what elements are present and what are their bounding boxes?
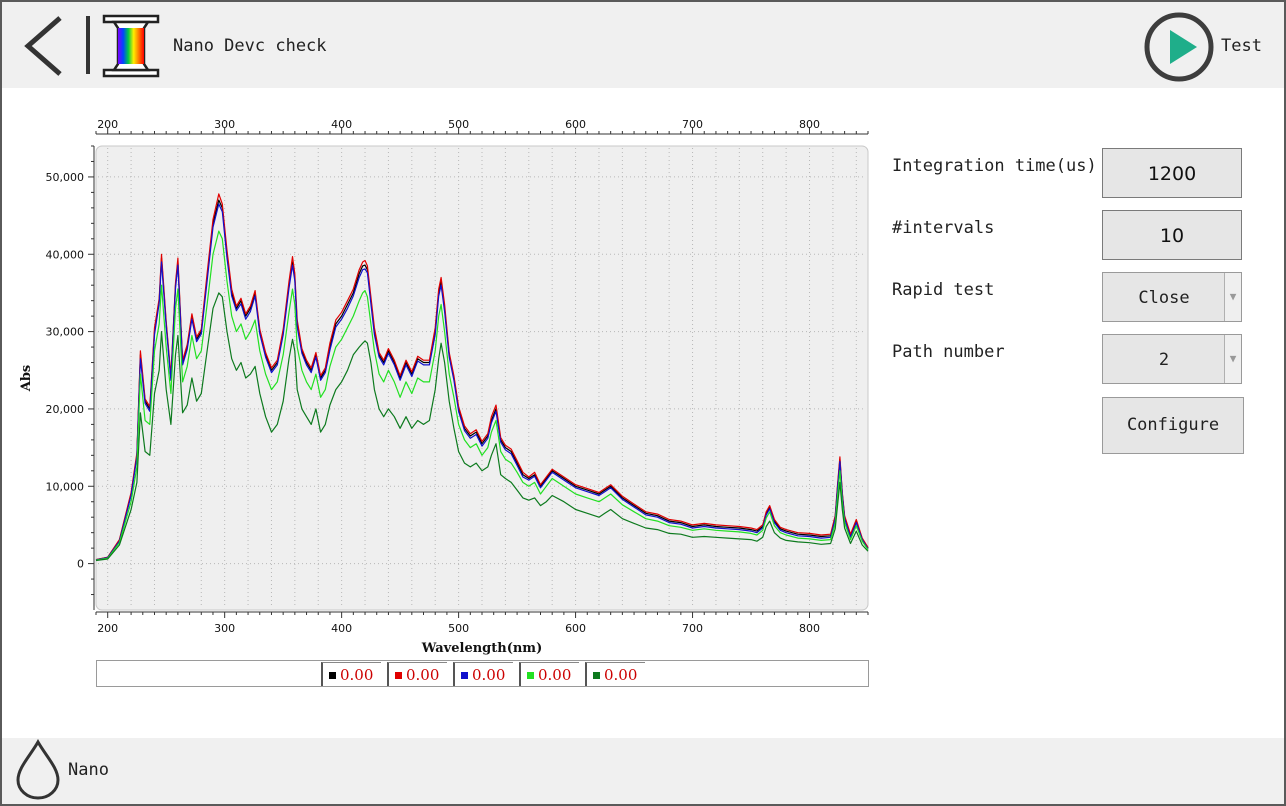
y-tick-label: 0	[77, 558, 84, 571]
y-tick-label: 30,000	[46, 326, 85, 339]
x-tick-label-top: 400	[331, 118, 352, 131]
chart-ylabel: Abs	[19, 365, 34, 393]
footer-bar	[2, 738, 1284, 804]
legend-value: 0.00	[406, 666, 440, 684]
legend-swatch	[527, 672, 534, 679]
legend-item: 0.00	[321, 662, 381, 686]
rapid-test-label: Rapid test	[892, 280, 995, 300]
intervals-field[interactable]: 10	[1102, 210, 1242, 260]
x-tick-label-top: 500	[448, 118, 469, 131]
chevron-down-icon[interactable]: ▼	[1224, 335, 1241, 383]
x-tick-label-top: 600	[565, 118, 586, 131]
x-tick-label: 300	[214, 622, 235, 635]
x-tick-label-top: 800	[799, 118, 820, 131]
x-tick-label-top: 700	[682, 118, 703, 131]
drop-icon	[16, 738, 60, 800]
legend-swatch	[461, 672, 468, 679]
legend-swatch	[329, 672, 336, 679]
legend-value: 0.00	[472, 666, 506, 684]
legend-value: 0.00	[538, 666, 572, 684]
rapid-test-value: Close	[1138, 288, 1190, 308]
chart-xlabel: Wavelength(nm)	[421, 641, 542, 656]
play-icon[interactable]	[1142, 10, 1216, 84]
legend-item: 0.00	[519, 662, 579, 686]
y-tick-label: 40,000	[46, 248, 85, 261]
footer-label: Nano	[68, 760, 109, 780]
spectrum-chart: 200 200 300 300 400 400 500 500 600 600 700 700 800 8…	[19, 118, 869, 656]
configure-button[interactable]: Configure	[1102, 397, 1244, 454]
x-tick-label: 700	[682, 622, 703, 635]
legend-value: 0.00	[340, 666, 374, 684]
chevron-down-icon[interactable]: ▼	[1224, 273, 1241, 321]
integration-time-label: Integration time(us)	[892, 156, 1097, 176]
x-tick-label: 600	[565, 622, 586, 635]
y-tick-label: 50,000	[46, 171, 85, 184]
legend-swatch	[395, 672, 402, 679]
x-tick-label: 500	[448, 622, 469, 635]
x-tick-label-top: 200	[97, 118, 118, 131]
legend-item: 0.00	[453, 662, 513, 686]
intervals-label: #intervals	[892, 218, 995, 238]
test-label[interactable]: Test	[1221, 36, 1262, 56]
integration-time-field[interactable]: 1200	[1102, 148, 1242, 198]
path-number-label: Path number	[892, 342, 1005, 362]
x-tick-label: 200	[97, 622, 118, 635]
legend-item: 0.00	[585, 662, 645, 686]
legend-item: 0.00	[387, 662, 447, 686]
x-tick-label: 800	[799, 622, 820, 635]
y-tick-label: 10,000	[46, 480, 85, 493]
legend-value: 0.00	[604, 666, 638, 684]
path-number-select[interactable]: 2 ▼	[1102, 334, 1242, 384]
legend-swatch	[593, 672, 600, 679]
rapid-test-select[interactable]: Close ▼	[1102, 272, 1242, 322]
x-tick-label-top: 300	[214, 118, 235, 131]
x-tick-label: 400	[331, 622, 352, 635]
path-number-value: 2	[1158, 350, 1170, 370]
y-tick-label: 20,000	[46, 403, 85, 416]
